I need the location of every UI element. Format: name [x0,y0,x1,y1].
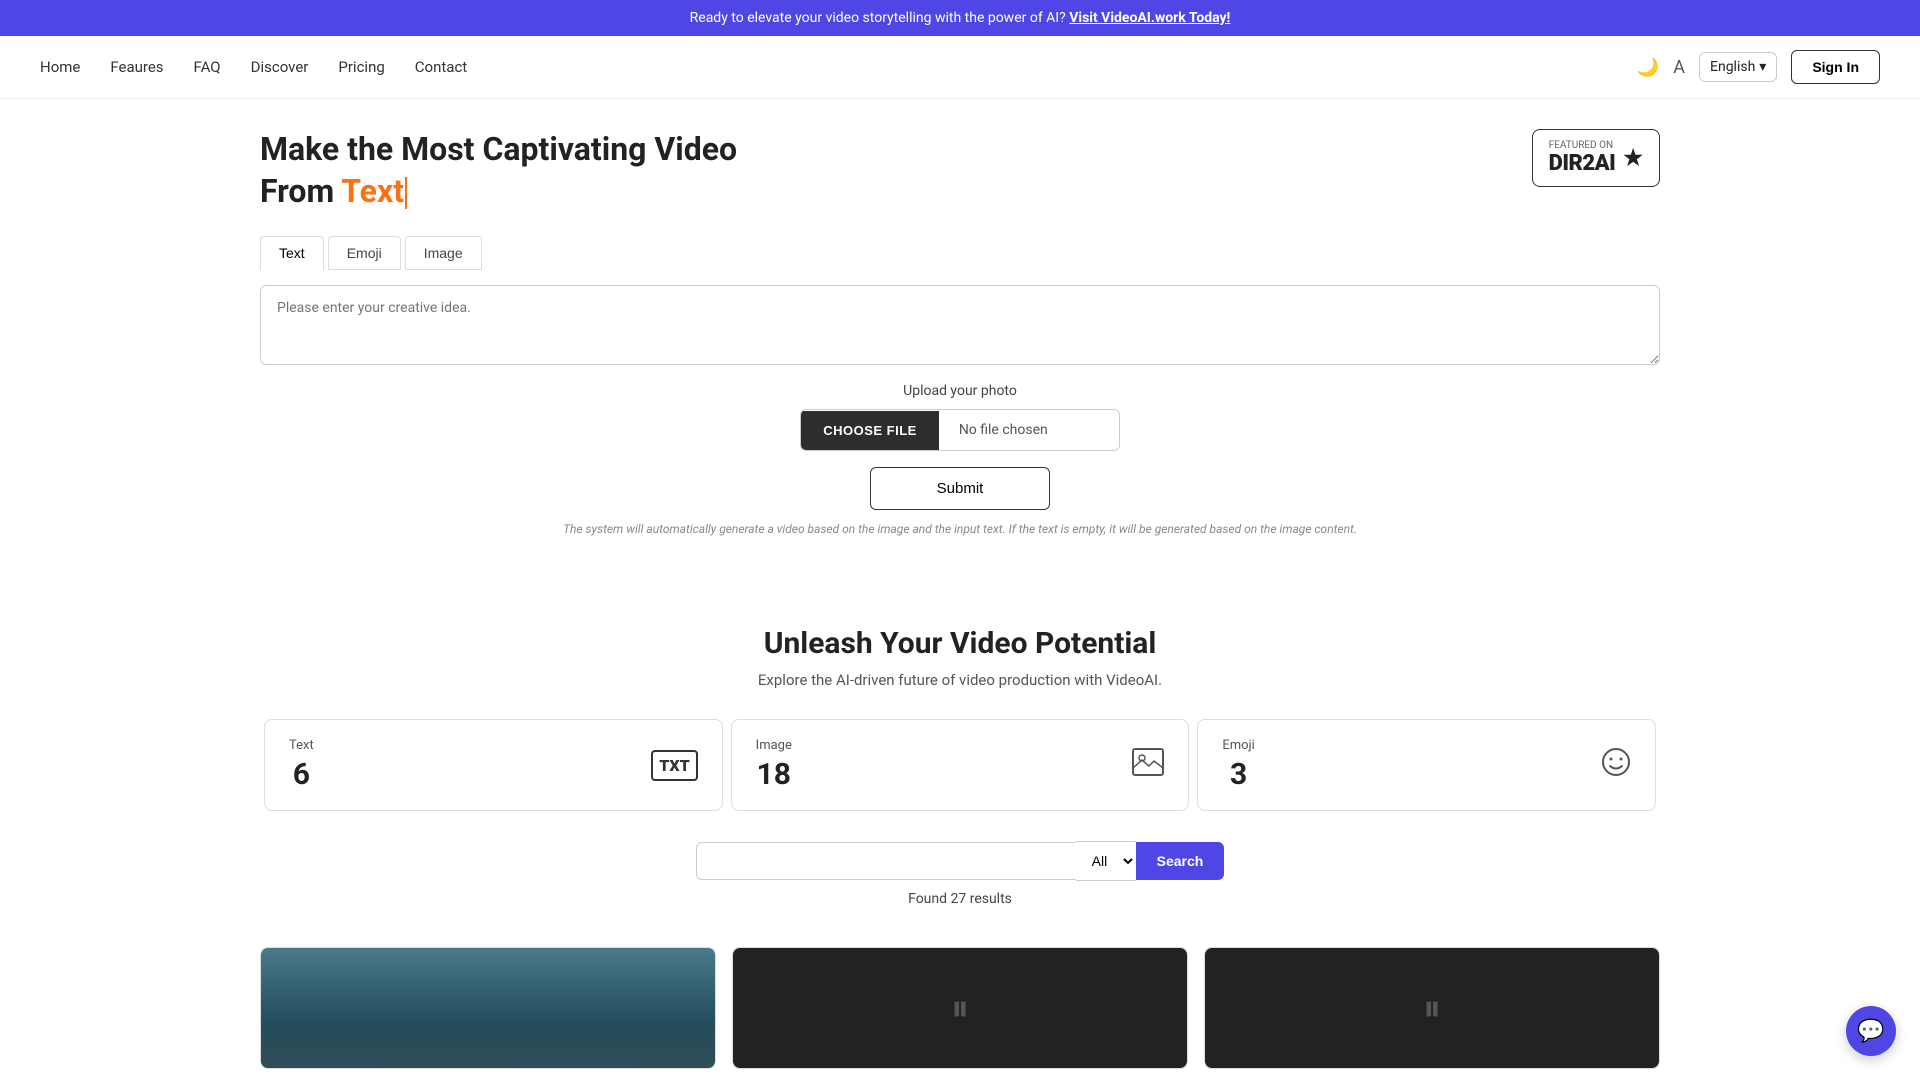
star-icon: ★ [1623,146,1643,171]
stat-icon-txt: TXT [651,750,697,781]
stats-row: Text 6 TXT Image 18 Emoji 3 [260,719,1660,811]
hero-title-part2: From [260,172,341,210]
stat-left-image: Image 18 [756,738,792,792]
search-input[interactable] [696,842,1076,880]
stat-left-text: Text 6 [289,738,314,792]
stat-number-image: 18 [756,757,792,792]
nav-features[interactable]: Feaures [110,58,163,76]
text-cursor [405,177,407,209]
stat-label-text: Text [289,738,314,753]
stat-icon-image [1132,748,1164,783]
stat-number-text: 6 [289,757,314,792]
thumb-dark-1: ⏸ [733,948,1187,1068]
upload-section: Upload your photo CHOOSE FILE No file ch… [260,383,1660,451]
dark-mode-icon[interactable]: 🌙 [1637,57,1659,78]
stat-card-text: Text 6 TXT [264,719,723,811]
stat-card-emoji: Emoji 3 [1197,719,1656,811]
nav-discover[interactable]: Discover [251,58,309,76]
hero-top: Make the Most Captivating Video From Tex… [260,129,1660,212]
thumb-card-2: ⏸ [732,947,1188,1069]
language-label: English [1710,59,1755,75]
top-banner: Ready to elevate your video storytelling… [0,0,1920,36]
translate-icon[interactable]: A [1673,57,1685,78]
stat-number-emoji: 3 [1222,757,1254,792]
file-name-display: No file chosen [939,410,1119,450]
submit-button[interactable]: Submit [870,467,1050,510]
dir2ai-name: DIR2AI [1549,151,1616,176]
upload-label: Upload your photo [903,383,1017,399]
thumb-card-3: ⏸ [1204,947,1660,1069]
nav-links: Home Feaures FAQ Discover Pricing Contac… [40,58,467,76]
nav-pricing[interactable]: Pricing [338,58,384,76]
stat-label-image: Image [756,738,792,753]
play-icon-2: ⏸ [1423,987,1441,1030]
search-results-count: Found 27 results [260,891,1660,907]
badge-text: FEATURED ON DIR2AI [1549,140,1616,176]
chevron-down-icon: ▾ [1759,59,1766,75]
language-selector[interactable]: English ▾ [1699,52,1777,82]
content-tabs: Text Emoji Image [260,236,1660,271]
banner-text: Ready to elevate your video storytelling… [690,10,1066,26]
stat-card-image: Image 18 [731,719,1190,811]
ocean-waves [261,1028,715,1068]
play-icon-1: ⏸ [951,987,969,1030]
thumb-card-1 [260,947,716,1069]
thumb-dark-2: ⏸ [1205,948,1659,1068]
thumbnails-row: ⏸ ⏸ [0,947,1920,1069]
tab-emoji[interactable]: Emoji [328,236,401,270]
unleash-title: Unleash Your Video Potential [260,626,1660,661]
navbar: Home Feaures FAQ Discover Pricing Contac… [0,36,1920,99]
nav-right: 🌙 A English ▾ Sign In [1637,50,1880,84]
nav-home[interactable]: Home [40,58,80,76]
nav-faq[interactable]: FAQ [194,58,221,76]
stat-label-emoji: Emoji [1222,738,1254,753]
search-row: All Search [260,841,1660,881]
unleash-section: Unleash Your Video Potential Explore the… [0,596,1920,947]
thumb-ocean [261,948,715,1068]
tab-text[interactable]: Text [260,236,324,270]
hero-title-highlight: Text [341,172,404,210]
dir2ai-badge: FEATURED ON DIR2AI ★ [1532,129,1660,187]
banner-link[interactable]: Visit VideoAI.work Today! [1069,10,1230,26]
idea-input[interactable] [260,285,1660,365]
nav-contact[interactable]: Contact [415,58,467,76]
chat-button[interactable]: 💬 [1846,1006,1896,1056]
chat-icon: 💬 [1857,1019,1884,1044]
search-filter[interactable]: All [1076,841,1136,881]
search-button[interactable]: Search [1136,842,1225,880]
hero-title: Make the Most Captivating Video From Tex… [260,129,737,212]
hero-section: Make the Most Captivating Video From Tex… [0,99,1920,596]
tab-image[interactable]: Image [405,236,482,270]
choose-file-button[interactable]: CHOOSE FILE [801,411,939,450]
unleash-subtitle: Explore the AI-driven future of video pr… [260,671,1660,689]
signin-button[interactable]: Sign In [1791,50,1880,84]
featured-on-label: FEATURED ON [1549,140,1616,151]
stat-left-emoji: Emoji 3 [1222,738,1254,792]
hero-title-line1: Make the Most Captivating Video [260,130,737,168]
stat-icon-emoji [1601,747,1631,784]
note-text: The system will automatically generate a… [260,522,1660,536]
file-input-row: CHOOSE FILE No file chosen [800,409,1120,451]
